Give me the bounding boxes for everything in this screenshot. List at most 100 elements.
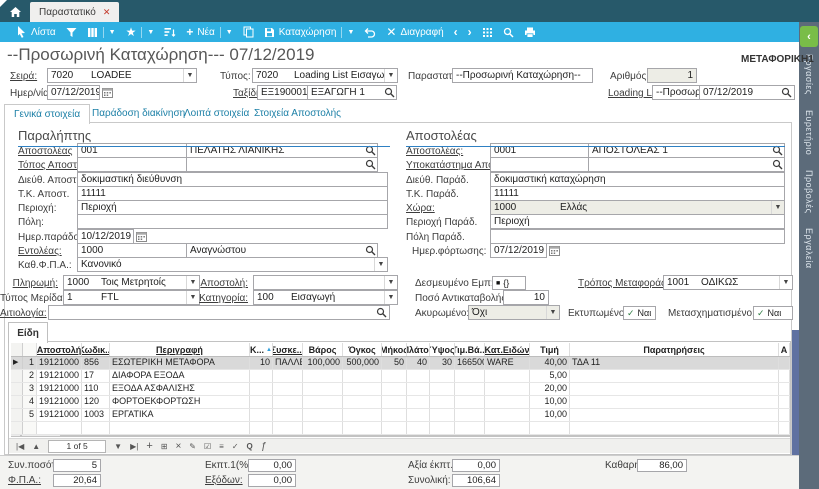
sender-area-input[interactable]: Περιοχή bbox=[490, 214, 785, 229]
sender-postal-input[interactable]: 11111 bbox=[490, 186, 785, 201]
next-record-button[interactable]: › bbox=[468, 26, 472, 38]
total-value[interactable]: 106,64 bbox=[452, 474, 500, 487]
trip-code-input[interactable]: ΕΞ190001 bbox=[257, 85, 308, 100]
grid-cell-ogkos[interactable] bbox=[343, 370, 382, 382]
grid-cell-perigrafi[interactable]: ΕΣΩΤΕΡΙΚΗ ΜΕΤΑΦΟΡΑ bbox=[110, 357, 250, 369]
grid-cell-k[interactable] bbox=[250, 370, 273, 382]
sender-country-combo[interactable]: 1000 Ελλάς ▼ bbox=[490, 200, 785, 215]
nav-search-icon[interactable]: Q bbox=[247, 442, 253, 451]
grid-vscrollbar[interactable] bbox=[792, 330, 799, 455]
grid-cell-ypsos[interactable] bbox=[430, 409, 455, 421]
grid-cell-ypsos[interactable] bbox=[430, 422, 455, 434]
save-button[interactable]: Καταχώρηση ▼ bbox=[264, 27, 355, 38]
nav-select-icon[interactable]: ✓ bbox=[232, 442, 239, 451]
calendar-icon[interactable] bbox=[549, 245, 560, 256]
grid-cell-ogkos[interactable] bbox=[343, 422, 382, 434]
col-header-perigrafi[interactable]: Περιγραφή bbox=[110, 343, 250, 356]
shipment-combo[interactable]: ▼ bbox=[253, 275, 398, 290]
grid-cell-varos[interactable] bbox=[303, 383, 343, 395]
grid-cell-a[interactable] bbox=[779, 383, 790, 395]
col-header-timi[interactable]: Τιμή bbox=[530, 343, 570, 356]
transport-mode-label[interactable]: Τρόπος Μεταφοράς: bbox=[578, 278, 669, 289]
grid-cell-apostoli[interactable]: 19121000 bbox=[37, 396, 82, 408]
grid-cell-a[interactable] bbox=[779, 409, 790, 421]
grid-cell-perigrafi[interactable]: ΕΞΟΔΑ ΑΣΦΑΛΙΣΗΣ bbox=[110, 383, 250, 395]
col-header-apostoli[interactable]: Αποστολή bbox=[37, 343, 82, 356]
sender-consignor-label[interactable]: Αποστολέας: bbox=[406, 146, 463, 157]
disc1-value-input[interactable]: 0,00 bbox=[452, 459, 500, 472]
columns-button[interactable]: ▼ bbox=[87, 27, 116, 38]
document-input[interactable]: --Προσωρινή Καταχώρηση-- bbox=[452, 68, 593, 83]
grid-cell-perigrafi[interactable]: ΕΡΓΑΤΙΚΑ bbox=[110, 409, 250, 421]
grid-cell-platos[interactable]: 40 bbox=[407, 357, 430, 369]
print-button[interactable] bbox=[524, 27, 536, 38]
nav-post-icon[interactable]: ☑ bbox=[204, 442, 211, 451]
grid-cell-kodikos[interactable]: 110 bbox=[82, 383, 110, 395]
grid-cell-mikos[interactable] bbox=[382, 370, 407, 382]
grid-cell-ypsos[interactable] bbox=[430, 396, 455, 408]
new-button[interactable]: + Νέα ▼ bbox=[186, 26, 232, 38]
grid-cell-parat[interactable] bbox=[570, 396, 779, 408]
shipment-label[interactable]: Αποστολή: bbox=[195, 278, 248, 289]
lot-type-combo[interactable]: 1 FTL ▼ bbox=[63, 290, 200, 305]
grid-cell-kateid[interactable] bbox=[485, 396, 530, 408]
grid-cell-mikos[interactable] bbox=[382, 396, 407, 408]
grid-cell-perigrafi[interactable]: ΦΟΡΤΟΕΚΦΟΡΤΩΣΗ bbox=[110, 396, 250, 408]
grid-cell-k[interactable] bbox=[250, 383, 273, 395]
grid-view-button[interactable] bbox=[482, 27, 493, 38]
series-label[interactable]: Σειρά: bbox=[10, 71, 37, 82]
chevron-down-icon[interactable]: ▼ bbox=[347, 29, 354, 36]
date-input[interactable]: 07/12/2019 bbox=[47, 85, 100, 100]
list-button[interactable]: Λίστα bbox=[16, 26, 56, 38]
cod-amount-input[interactable]: 10 bbox=[503, 290, 549, 305]
combo-arrow-icon[interactable]: ▼ bbox=[183, 69, 196, 82]
grid-cell-apostoli[interactable]: 19121000 bbox=[37, 409, 82, 421]
grid-cell-varos[interactable] bbox=[303, 396, 343, 408]
grid-cell-perigrafi[interactable] bbox=[110, 422, 250, 434]
grid-cell-ogkos[interactable] bbox=[343, 396, 382, 408]
tab-other[interactable]: Λοιπά στοιχεία bbox=[184, 108, 249, 119]
grid-cell-ogkos[interactable]: 500,000 bbox=[343, 357, 382, 369]
nav-first-icon[interactable]: |◀ bbox=[16, 442, 24, 451]
grid-cell-kateid[interactable] bbox=[485, 409, 530, 421]
reserved-checkbox[interactable]: ■ {} bbox=[492, 276, 526, 290]
grid-cell-timi[interactable]: 10,00 bbox=[530, 409, 570, 421]
sender-address-input[interactable]: δοκιμαστική καταχώρηση bbox=[490, 172, 785, 187]
expenses-label[interactable]: Εξόδων: bbox=[205, 475, 243, 486]
combo-arrow-icon[interactable]: ▼ bbox=[384, 69, 397, 82]
grid-cell-kodikos[interactable] bbox=[82, 422, 110, 434]
grid-cell-mikos[interactable] bbox=[382, 383, 407, 395]
grid-cell-k[interactable]: 10 bbox=[250, 357, 273, 369]
combo-arrow-icon[interactable]: ▼ bbox=[374, 258, 387, 271]
grid-cell-platos[interactable] bbox=[407, 422, 430, 434]
grid-cell-kodikos[interactable]: 856 bbox=[82, 357, 110, 369]
transport-mode-combo[interactable]: 1001 ΟΔΙΚΩΣ ▼ bbox=[663, 275, 793, 290]
combo-arrow-icon[interactable]: ▼ bbox=[779, 276, 792, 289]
grid-cell-k[interactable] bbox=[250, 409, 273, 421]
grid-cell-apostoli[interactable]: 19121000 bbox=[37, 370, 82, 382]
grid-cell-platos[interactable] bbox=[407, 383, 430, 395]
chevron-down-icon[interactable]: ▼ bbox=[147, 29, 154, 36]
grid-cell-k[interactable] bbox=[250, 422, 273, 434]
grid-row[interactable]: 21912100017ΔΙΑΦΟΡΑ ΕΞΟΔΑ5,00 bbox=[11, 370, 790, 383]
search-icon[interactable] bbox=[376, 307, 387, 318]
sidebar-item-tools[interactable]: Εργαλεία bbox=[804, 228, 814, 269]
sender-branch-name[interactable] bbox=[588, 157, 785, 172]
nav-edit-icon[interactable]: ✎ bbox=[189, 442, 196, 451]
payment-label[interactable]: Πληρωμή: bbox=[0, 278, 58, 289]
grid-cell-parat[interactable] bbox=[570, 383, 779, 395]
items-grid[interactable]: ΑποστολήΚωδικ...ΠεριγραφήΚ...▲Συσκε...Βά… bbox=[11, 343, 790, 435]
grid-cell-sysk[interactable] bbox=[273, 396, 303, 408]
grid-cell-platos[interactable] bbox=[407, 396, 430, 408]
grid-cell-timi[interactable]: 40,00 bbox=[530, 357, 570, 369]
items-tab[interactable]: Είδη bbox=[8, 322, 48, 343]
nav-delete-icon[interactable]: × bbox=[175, 441, 181, 452]
search-icon[interactable] bbox=[781, 87, 792, 98]
sidebar-item-views[interactable]: Προβολές bbox=[804, 170, 814, 214]
col-header-a[interactable]: Α bbox=[779, 343, 790, 356]
nav-insert-icon[interactable]: ⊞ bbox=[161, 442, 168, 451]
col-header-kateid[interactable]: Κατ.Ειδών bbox=[485, 343, 530, 356]
grid-cell-timi[interactable] bbox=[530, 422, 570, 434]
grid-cell-parat[interactable] bbox=[570, 409, 779, 421]
reason-input[interactable] bbox=[48, 305, 390, 320]
